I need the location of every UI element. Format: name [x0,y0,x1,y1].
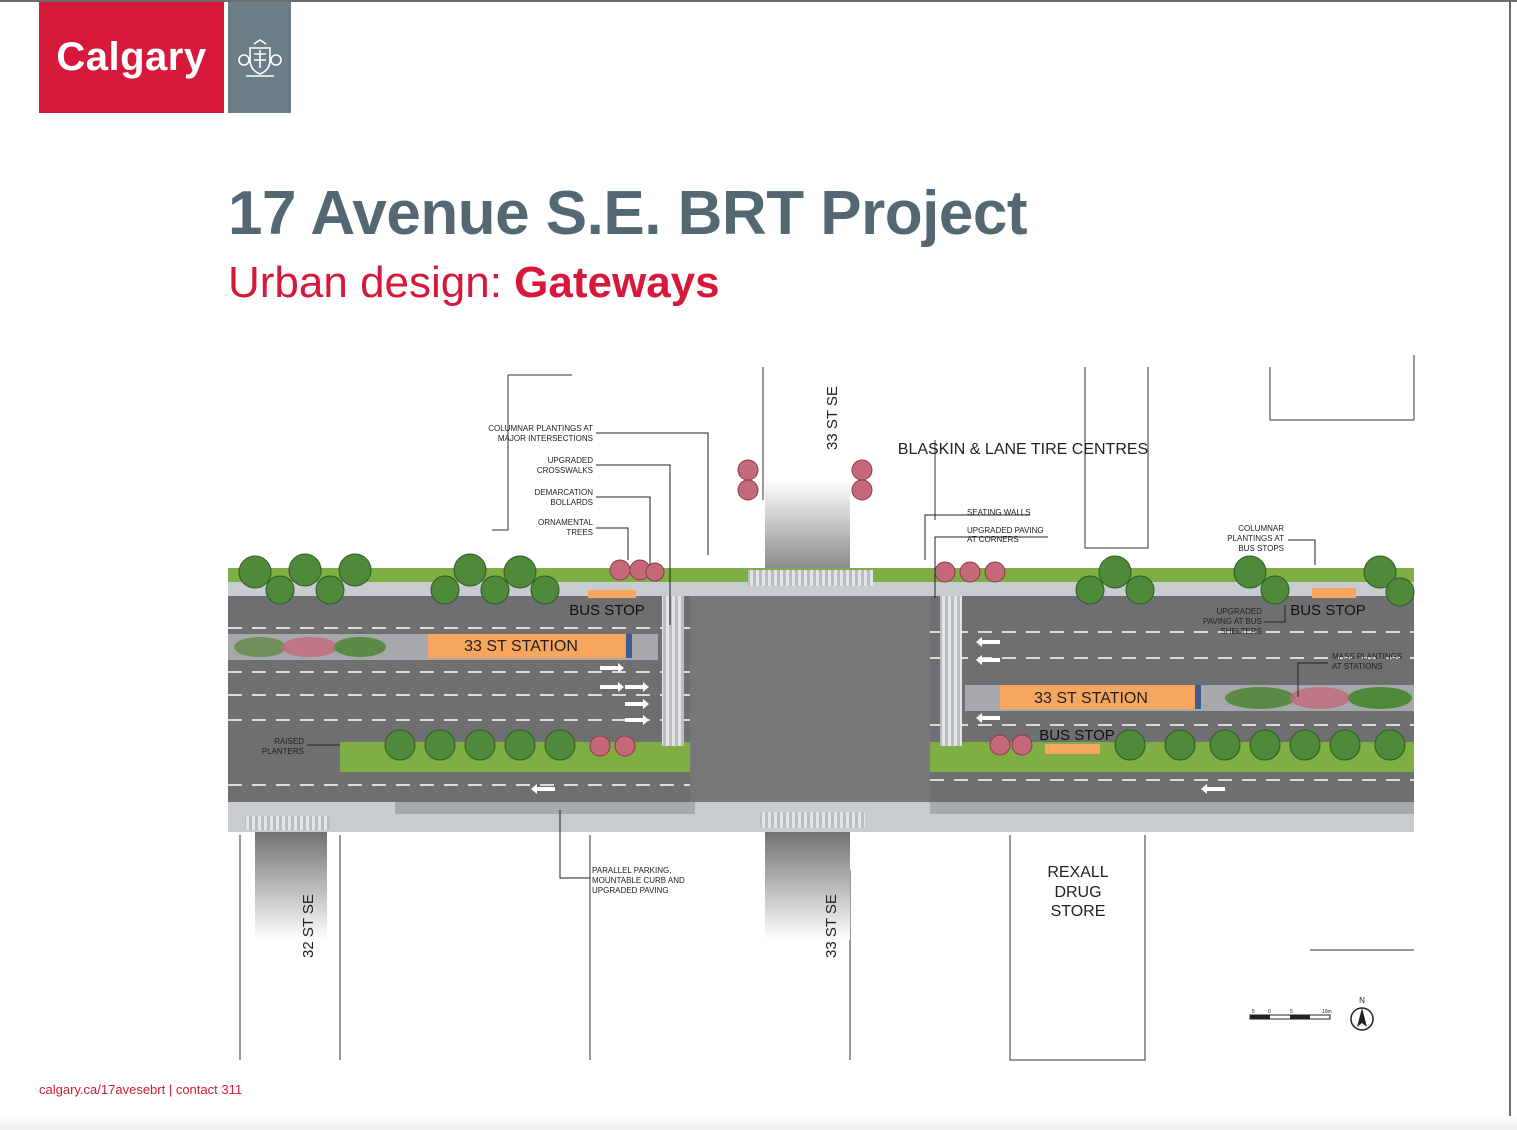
bus-stop-label-nw: BUS STOP [569,602,645,619]
callout-columnar-bus-1: COLUMNAR [1238,524,1284,533]
callout-columnar-bus-2: PLANTINGS AT [1227,534,1284,543]
crosswalk-north [748,570,873,586]
callout-mass-1: MASS PLANTINGS [1332,652,1402,661]
north-arrow-icon: N [1350,996,1374,1031]
callout-seating: SEATING WALLS [967,508,1031,517]
callout-bollards-1: DEMARCATION [534,488,593,497]
bus-stop-shelter-se [1045,744,1100,754]
street-label-33-south: 33 ST SE [823,894,840,958]
south-paving-band-east [930,802,1414,814]
east-median-plantings [1225,687,1412,709]
callout-paving-shelters-1: UPGRADED [1217,607,1263,616]
callout-columnar-bus-3: BUS STOPS [1238,544,1284,553]
east-station-label: 33 ST STATION [1034,690,1148,707]
scale-label-2: 5 [1290,1009,1293,1015]
callout-trees-1: ORNAMENTAL [538,518,594,527]
callout-columnar-major-2: MAJOR INTERSECTIONS [498,434,593,443]
south-paving-band [395,802,695,814]
building-label-blaskin-text: BLASKIN & LANE TIRE CENTRES [898,441,1148,458]
west-median-plantings [234,637,386,657]
building-label-rexall-2: DRUG [1054,884,1101,901]
crosswalk-south [760,812,865,828]
west-station-label: 33 ST STATION [464,638,578,655]
bus-stop-shelter-ne [1312,588,1356,598]
building-label-rexall-1: REXALL [1047,864,1108,881]
intersection [690,596,930,802]
callout-paving-shelters-3: SHELTERS [1220,627,1262,636]
callout-mass-2: AT STATIONS [1332,662,1383,671]
callout-parking-3: UPGRADED PAVING [592,886,669,895]
callout-paving-corners-2: AT CORNERS [967,535,1019,544]
callout-paving-corners-1: UPGRADED PAVING [967,526,1044,535]
callout-trees-2: TREES [566,528,593,537]
scale-bar: 5 0 5 10m [1249,1009,1332,1020]
page-bottom-edge [0,1116,1517,1130]
street-label-33-north: 33 ST SE [824,386,841,450]
callout-planters-1: RAISED [274,737,304,746]
building-label-blaskin: BLASKIN & LANE TIRE CENTRES [898,441,1148,458]
callout-parking-1: PARALLEL PARKING, [592,866,671,875]
bus-stop-label-ne: BUS STOP [1290,602,1366,619]
site-plan: 33 ST STATION 33 ST STATION 33 ST SE 33 … [228,355,1415,1061]
footer-link[interactable]: calgary.ca/17avesebrt | contact 311 [39,1082,242,1097]
crosswalk-32-st [245,816,330,830]
callout-planters-2: PLANTERS [262,747,304,756]
crosswalk-west [662,596,684,746]
west-station-shelter-edge [626,634,632,658]
callout-parking-2: MOUNTABLE CURB AND [592,876,685,885]
street-label-32: 32 ST SE [300,894,317,958]
callout-columnar-major-1: COLUMNAR PLANTINGS AT [488,424,593,433]
callout-crosswalks-1: UPGRADED [548,456,594,465]
bus-stop-label-se: BUS STOP [1039,727,1115,744]
callout-bollards-2: BOLLARDS [550,498,593,507]
callout-crosswalks-2: CROSSWALKS [537,466,593,475]
bus-stop-shelter-nw [588,590,636,598]
crosswalk-east [940,596,962,746]
building-label-rexall-3: STORE [1051,903,1106,920]
scale-label-1: 0 [1268,1009,1271,1015]
callout-paving-shelters-2: PAVING AT BUS [1203,617,1262,626]
scale-label-0: 5 [1252,1009,1255,1015]
east-station-shelter-edge [1195,685,1201,709]
north-arrow-label: N [1359,996,1365,1005]
scale-label-3: 10m [1322,1009,1332,1015]
